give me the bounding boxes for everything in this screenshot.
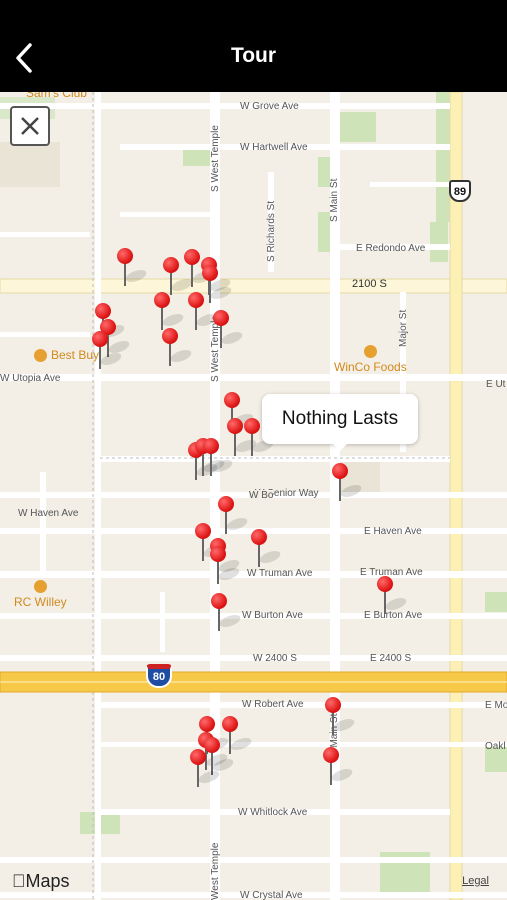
map-pin[interactable] bbox=[92, 331, 126, 371]
map-pin[interactable] bbox=[213, 310, 247, 350]
street-label: W Haven Ave bbox=[18, 508, 79, 519]
close-button[interactable] bbox=[10, 106, 50, 146]
street-label: Major St bbox=[398, 309, 409, 347]
street-label: W Hartwell Ave bbox=[240, 142, 308, 153]
navigation-bar: Tour bbox=[0, 0, 507, 92]
street-label: W 2400 S bbox=[253, 653, 297, 664]
street-label: E Burton Ave bbox=[364, 610, 423, 621]
street-label: E Mo bbox=[485, 700, 507, 711]
street-label: 2100 S bbox=[352, 278, 387, 290]
map-pin[interactable] bbox=[117, 248, 151, 288]
map-pin[interactable] bbox=[202, 265, 236, 305]
map-pin[interactable] bbox=[222, 716, 256, 756]
poi-label: Sam's Club bbox=[26, 92, 87, 100]
street-label: W Robert Ave bbox=[242, 699, 304, 710]
map-pin[interactable] bbox=[190, 749, 224, 789]
apple-maps-attribution: Maps bbox=[12, 871, 70, 891]
map-pin[interactable] bbox=[377, 576, 411, 616]
interstate-80-shield-icon: 80 bbox=[146, 664, 172, 688]
street-label: West Temple bbox=[210, 842, 221, 900]
cart-icon bbox=[363, 345, 377, 358]
close-icon bbox=[21, 117, 39, 135]
page-title: Tour bbox=[230, 44, 277, 67]
map-pin[interactable] bbox=[227, 418, 261, 458]
furniture-icon bbox=[33, 580, 47, 593]
map-pin[interactable] bbox=[323, 747, 357, 787]
street-label: W Whitlock Ave bbox=[238, 807, 308, 818]
map-pin[interactable] bbox=[325, 697, 359, 737]
street-label: W Bo bbox=[249, 490, 274, 501]
map-pin[interactable] bbox=[332, 463, 366, 503]
street-label: S West Temple bbox=[210, 125, 221, 192]
legal-link[interactable]: Legal bbox=[462, 875, 489, 887]
pin-callout[interactable]: Nothing Lasts bbox=[262, 394, 418, 451]
rc-willey-label: RC Willey bbox=[14, 580, 67, 609]
street-label: W Burton Ave bbox=[242, 610, 303, 621]
shopping-bag-icon bbox=[34, 349, 47, 363]
map-pin[interactable] bbox=[211, 593, 245, 633]
map-pin[interactable] bbox=[218, 496, 252, 536]
map-pin[interactable] bbox=[188, 292, 222, 332]
street-label: S Richards St bbox=[266, 200, 277, 262]
map-pin[interactable] bbox=[195, 523, 229, 563]
street-label: E Ut bbox=[486, 379, 506, 390]
street-label: E Haven Ave bbox=[364, 526, 422, 537]
map-pin[interactable] bbox=[251, 529, 285, 569]
map-pin[interactable] bbox=[203, 438, 237, 478]
street-label: S Main St bbox=[329, 178, 340, 222]
street-label: W Grove Ave bbox=[240, 101, 299, 112]
street-label: W Truman Ave bbox=[247, 568, 313, 579]
street-label: Oakl bbox=[485, 741, 506, 752]
map-pin[interactable] bbox=[162, 328, 196, 368]
street-label: W Utopia Ave bbox=[0, 373, 61, 384]
map-pin[interactable] bbox=[184, 249, 218, 289]
map-pin[interactable] bbox=[154, 292, 188, 332]
apple-logo-icon:  bbox=[12, 871, 26, 891]
street-label: W Crystal Ave bbox=[240, 890, 303, 900]
winco-label: WinCo Foods bbox=[334, 345, 407, 374]
map-pin[interactable] bbox=[163, 257, 197, 297]
us-89-shield-icon: 89 bbox=[449, 180, 471, 202]
best-buy-label: Best Buy bbox=[34, 348, 99, 363]
map-pin[interactable] bbox=[210, 546, 244, 586]
street-label: E Redondo Ave bbox=[356, 243, 426, 254]
street-label: E 2400 S bbox=[370, 653, 412, 664]
map-view[interactable]: W Grove Ave W Hartwell Ave E Redondo Ave… bbox=[0, 92, 507, 900]
map-pin[interactable] bbox=[244, 418, 278, 458]
